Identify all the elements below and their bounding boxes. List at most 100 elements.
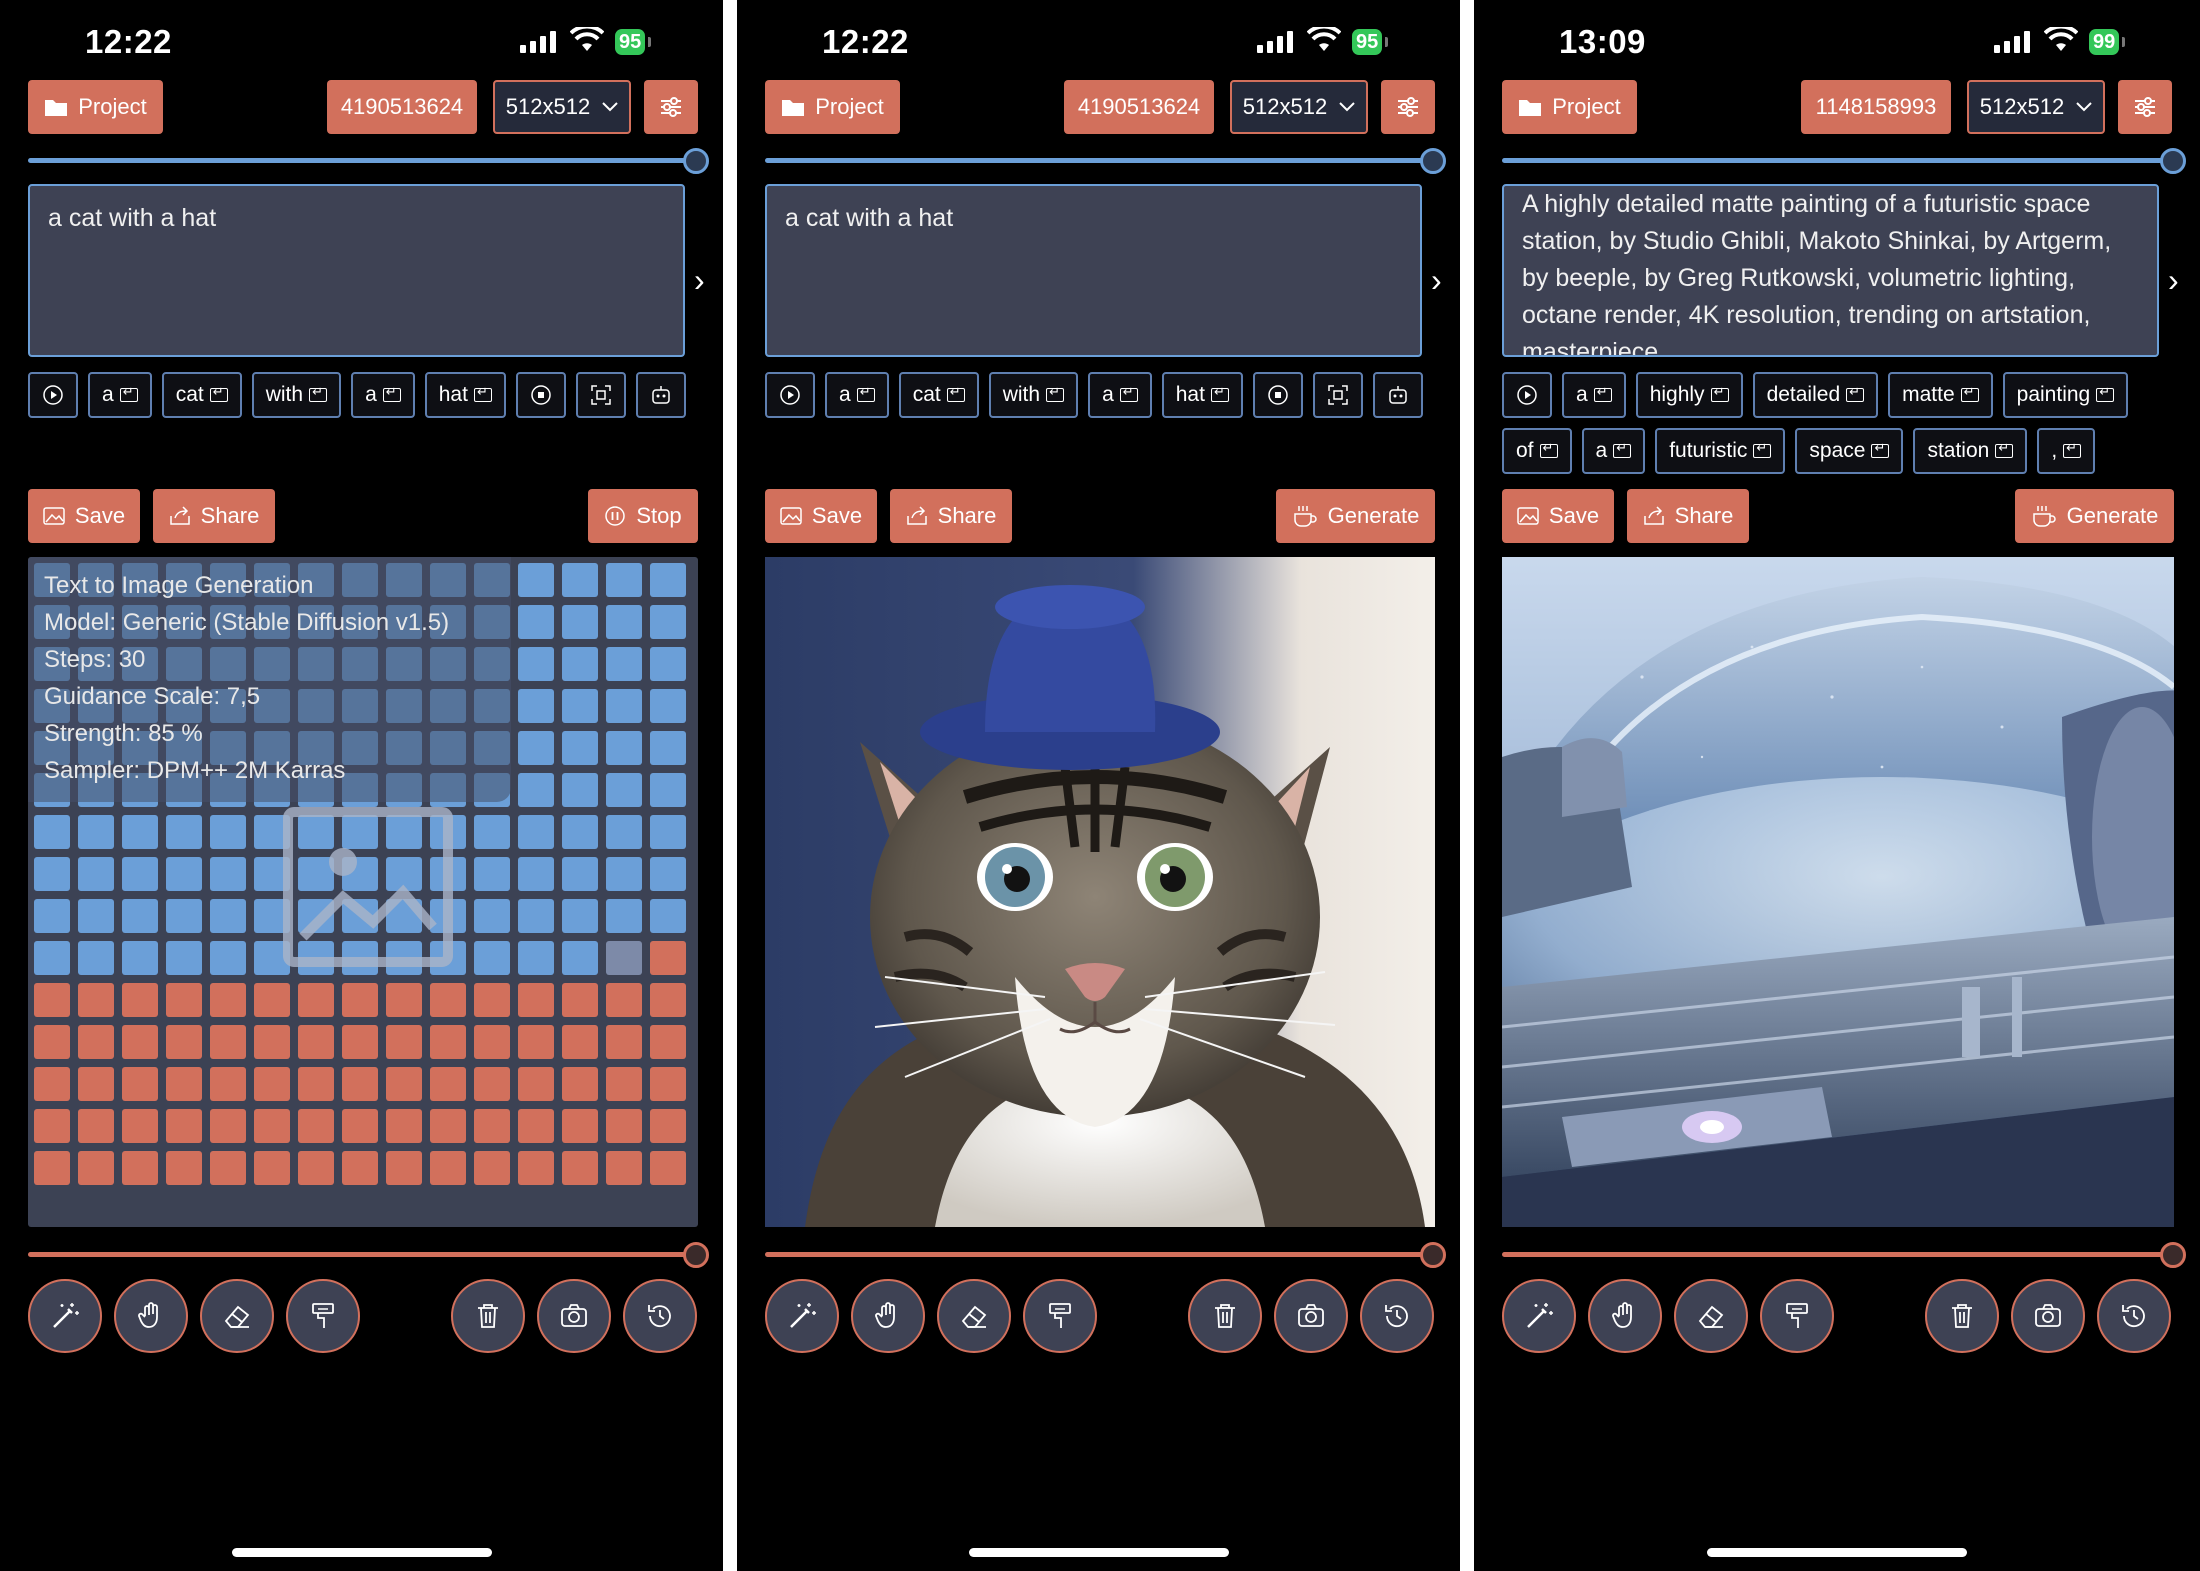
strength-slider[interactable] [765,1242,1446,1268]
generate-button[interactable]: Generate [2015,489,2174,543]
token-chip[interactable]: a [1581,428,1646,474]
settings-button[interactable] [1381,80,1435,134]
stop-chip[interactable] [515,372,566,418]
token-chip[interactable]: detailed [1752,372,1879,418]
battery-indicator: 99 [2089,29,2126,55]
token-chip[interactable]: a [88,372,152,418]
slider-thumb[interactable] [2160,1242,2186,1268]
size-select[interactable]: 512x512 [493,80,631,134]
delete-button[interactable] [1188,1279,1262,1353]
history-button[interactable] [2097,1279,2171,1353]
delete-button[interactable] [1925,1279,1999,1353]
token-chip[interactable]: station [1913,428,2028,474]
stop-chip[interactable] [1252,372,1303,418]
steps-slider[interactable] [765,148,1446,174]
pause-icon [605,506,626,526]
token-chip[interactable]: hat [1161,372,1243,418]
frame-chip[interactable] [575,372,626,418]
paint-roller-button[interactable] [286,1279,360,1353]
chevron-right-icon[interactable]: › [1431,262,1442,299]
token-chip[interactable]: cat [898,372,979,418]
prompt-input[interactable]: A highly detailed matte painting of a fu… [1502,184,2159,357]
slider-thumb[interactable] [1420,1242,1446,1268]
project-button[interactable]: Project [28,80,163,134]
magic-wand-button[interactable] [28,1279,102,1353]
seed-button[interactable]: 1148158993 [1801,80,1951,134]
hand-tool-button[interactable] [114,1279,188,1353]
magic-wand-button[interactable] [765,1279,839,1353]
steps-slider[interactable] [28,148,709,174]
token-chip[interactable]: of [1502,428,1572,474]
token-chip[interactable]: a [1088,372,1152,418]
robot-chip[interactable] [635,372,686,418]
enter-icon [1046,384,1065,402]
delete-button[interactable] [451,1279,525,1353]
progress-tile [166,899,202,933]
paint-roller-button[interactable] [1760,1279,1834,1353]
token-chip[interactable]: hat [424,372,506,418]
progress-tile [650,605,686,639]
hand-tool-button[interactable] [851,1279,925,1353]
strength-slider[interactable] [28,1242,709,1268]
hand-tool-button[interactable] [1588,1279,1662,1353]
token-chip[interactable]: highly [1635,372,1743,418]
robot-chip[interactable] [1372,372,1423,418]
paint-roller-button[interactable] [1023,1279,1097,1353]
generate-button[interactable]: Generate [1276,489,1435,543]
history-button[interactable] [623,1279,697,1353]
chevron-right-icon[interactable]: › [2168,262,2179,299]
strength-slider[interactable] [1502,1242,2186,1268]
eraser-button[interactable] [937,1279,1011,1353]
magic-wand-button[interactable] [1502,1279,1576,1353]
save-button[interactable]: Save [28,489,140,543]
progress-tile [518,1025,554,1059]
token-chip[interactable]: matte [1888,372,1993,418]
prompt-input[interactable]: a cat with a hat [765,184,1422,357]
settings-button[interactable] [644,80,698,134]
history-button[interactable] [1360,1279,1434,1353]
frame-chip[interactable] [1312,372,1363,418]
token-chip[interactable]: with [251,372,342,418]
slider-thumb[interactable] [683,1242,709,1268]
token-chip[interactable]: with [988,372,1079,418]
token-chip[interactable]: a [1562,372,1626,418]
camera-button[interactable] [2011,1279,2085,1353]
eraser-button[interactable] [200,1279,274,1353]
token-chip[interactable]: futuristic [1655,428,1786,474]
token-chip[interactable]: a [825,372,889,418]
save-button[interactable]: Save [1502,489,1614,543]
slider-thumb[interactable] [683,148,709,174]
eraser-button[interactable] [1674,1279,1748,1353]
play-chip[interactable] [28,372,78,418]
camera-button[interactable] [1274,1279,1348,1353]
settings-button[interactable] [2118,80,2172,134]
share-button[interactable]: Share [890,489,1012,543]
chevron-right-icon[interactable]: › [694,262,705,299]
slider-thumb[interactable] [1420,148,1446,174]
steps-slider[interactable] [1502,148,2186,174]
share-button[interactable]: Share [153,489,275,543]
token-chip[interactable]: a [351,372,415,418]
stop-button[interactable]: Stop [588,489,698,543]
progress-tile [606,563,642,597]
slider-thumb[interactable] [2160,148,2186,174]
seed-button[interactable]: 4190513624 [1064,80,1214,134]
size-select[interactable]: 512x512 [1967,80,2105,134]
play-chip[interactable] [765,372,815,418]
seed-button[interactable]: 4190513624 [327,80,477,134]
save-button[interactable]: Save [765,489,877,543]
token-chip[interactable]: space [1795,428,1904,474]
token-chip[interactable]: , [2037,428,2096,474]
size-select[interactable]: 512x512 [1230,80,1368,134]
token-chip[interactable]: cat [161,372,242,418]
prompt-input[interactable]: a cat with a hat [28,184,685,357]
progress-tile [474,1067,510,1101]
share-button[interactable]: Share [1627,489,1749,543]
play-chip[interactable] [1502,372,1552,418]
progress-tile [474,1025,510,1059]
coffee-cup-icon [1293,506,1317,527]
token-chip[interactable]: painting [2002,372,2129,418]
project-button[interactable]: Project [1502,80,1637,134]
camera-button[interactable] [537,1279,611,1353]
project-button[interactable]: Project [765,80,900,134]
